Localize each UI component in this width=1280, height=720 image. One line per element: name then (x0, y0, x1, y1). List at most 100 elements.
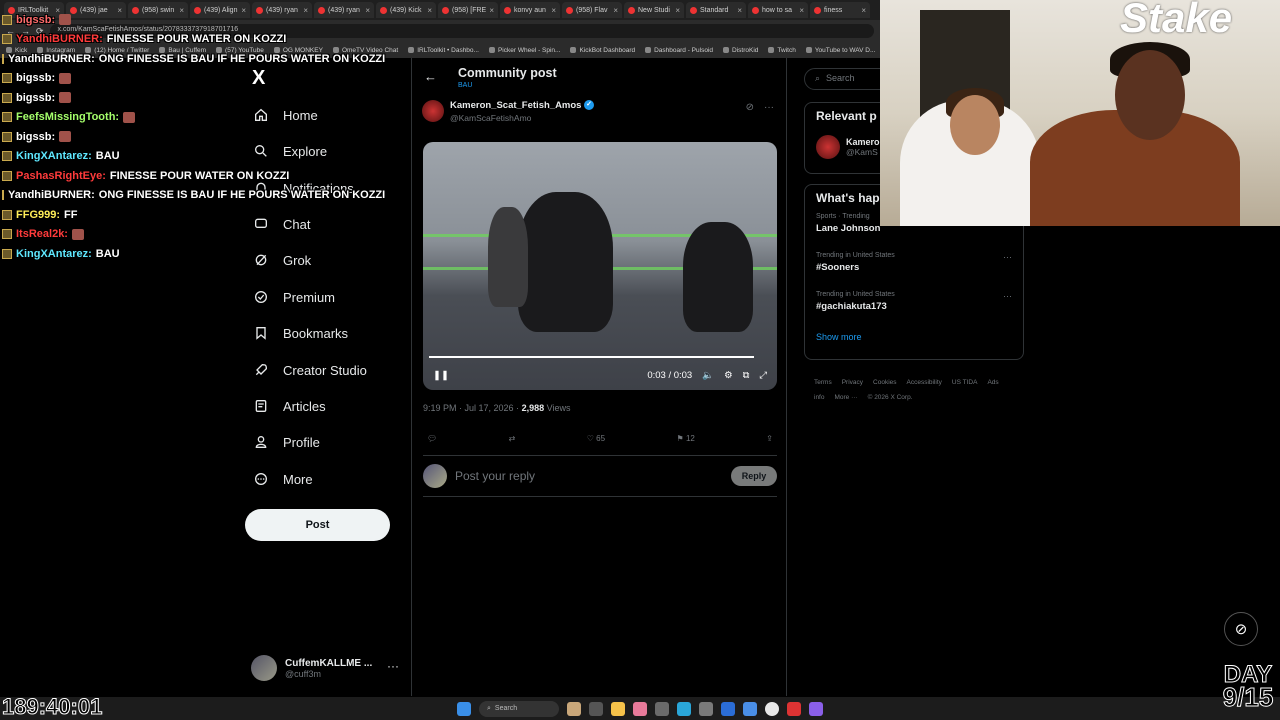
repost-icon[interactable]: ⇄ (509, 434, 516, 443)
bookmark-item[interactable]: Twitch (768, 47, 795, 54)
taskbar-app-icon[interactable] (589, 701, 603, 716)
trend-item[interactable]: Trending in United States #Sooners ··· (816, 252, 1012, 291)
chat-username: ItsReal2k: (16, 228, 68, 241)
post-timestamp[interactable]: 9:19 PM · Jul 17, 2026 · (423, 403, 519, 413)
edge-icon[interactable] (677, 701, 691, 716)
taskbar-app-icon[interactable] (633, 701, 647, 716)
taskbar-app-icon[interactable] (655, 701, 669, 716)
close-icon[interactable]: × (799, 6, 804, 15)
author-name[interactable]: Kameron_Scat_Fetish_Amos (450, 100, 581, 111)
author-handle[interactable]: @KamScaFetishAmo (450, 113, 594, 123)
browser-tab[interactable]: New Studi × (624, 2, 684, 18)
verified-icon: ✓ (584, 100, 595, 111)
chat-username: KingXAntarez: (16, 150, 92, 163)
browser-tab[interactable]: (958) Flav × (562, 2, 622, 18)
taskbar-app-icon[interactable] (567, 701, 581, 716)
close-icon[interactable]: × (551, 6, 556, 15)
ellipsis-icon[interactable]: ··· (764, 102, 774, 113)
video-player[interactable]: ❚❚ 0:03 / 0:03 🔈 ⚙ ⧉ ⤢ (423, 142, 777, 390)
nav-creator-studio[interactable]: Creator Studio (253, 357, 367, 383)
bookmark-item[interactable]: IRLToolkit • Dashbo... (408, 47, 479, 54)
stream-timer: 189:40:01 (1, 694, 103, 720)
chrome-icon[interactable] (765, 701, 779, 716)
browser-tab[interactable]: (958) [FRE × (438, 2, 498, 18)
footer-link[interactable]: Privacy (842, 379, 863, 386)
nav-bookmarks[interactable]: Bookmarks (253, 320, 348, 346)
fullscreen-icon[interactable]: ⤢ (759, 370, 767, 381)
reply-button[interactable]: Reply (731, 465, 777, 486)
footer-link[interactable]: Terms (814, 379, 832, 386)
nav-profile[interactable]: Profile (253, 429, 320, 455)
reply-icon[interactable]: 💬︎ (427, 434, 437, 443)
browser-tab[interactable]: finess × (810, 2, 870, 18)
volume-icon[interactable]: 🔈 (702, 370, 714, 381)
post-author[interactable]: Kameron_Scat_Fetish_Amos ✓ @KamScaFetish… (422, 100, 595, 123)
nav-more[interactable]: More (253, 466, 313, 492)
browser-tab[interactable]: (439) Kick × (376, 2, 436, 18)
chat-emote-icon (59, 131, 72, 143)
nav-premium[interactable]: Premium (253, 284, 335, 310)
account-switcher[interactable]: CuffemKALLME ... @cuff3m ··· (251, 655, 399, 681)
chat-username: bigssb: (16, 13, 56, 26)
close-icon[interactable]: × (737, 6, 742, 15)
settings-gear-icon[interactable]: ⚙ (724, 370, 733, 381)
ellipsis-icon[interactable]: ··· (387, 659, 399, 673)
close-icon[interactable]: × (613, 6, 618, 15)
chat-username: FFG999: (16, 208, 61, 221)
taskbar-app-icon[interactable] (787, 701, 801, 716)
bookmark-button[interactable]: ⚑ 12 (677, 434, 695, 443)
taskbar-search-label: Search (494, 705, 518, 712)
taskbar-app-icon[interactable] (809, 701, 823, 716)
chat-text: FINESSE POUR WATER ON KOZZI (106, 33, 287, 46)
heart-icon: ♡ (586, 434, 594, 443)
bookmark-item[interactable]: DistroKid (723, 47, 758, 54)
tab-favicon-icon (814, 6, 821, 14)
chat-emote-icon (59, 72, 72, 84)
taskbar-app-icon[interactable] (743, 701, 757, 716)
post-button[interactable]: Post (245, 509, 390, 541)
nav-articles[interactable]: Articles (253, 393, 326, 419)
browser-tab[interactable]: Standard × (686, 2, 746, 18)
back-arrow-icon[interactable]: ← (424, 69, 437, 84)
grok-floating-button[interactable]: ⊘ (1224, 612, 1258, 646)
video-progress-bar[interactable] (429, 356, 754, 358)
windows-start-icon[interactable] (457, 701, 471, 716)
tab-title: (958) Flav (576, 6, 608, 14)
footer-link[interactable]: Cookies (873, 379, 896, 386)
folder-icon[interactable] (611, 701, 625, 716)
pip-icon[interactable]: ⧉ (743, 370, 750, 381)
search-placeholder: Search (826, 73, 855, 83)
bookmark-item[interactable]: Dashboard - Pulsoid (645, 47, 713, 54)
ellipsis-icon[interactable]: ··· (1003, 252, 1012, 262)
chat-message: FFG999: FF (2, 205, 382, 225)
bookmark-item[interactable]: KickBot Dashboard (570, 47, 635, 54)
browser-tab[interactable]: konvy aun × (500, 2, 560, 18)
taskbar-app-icon[interactable] (699, 701, 713, 716)
post-views-label: Views (546, 403, 571, 413)
taskbar-app-icon[interactable] (721, 701, 735, 716)
close-icon[interactable]: × (861, 6, 866, 15)
show-more-link[interactable]: Show more (816, 332, 1012, 342)
reply-input[interactable]: Post your reply (455, 469, 535, 483)
bookmark-item[interactable]: YouTube to WAV D... (806, 47, 876, 54)
taskbar-search[interactable]: ⌕ Search (479, 700, 559, 717)
community-name[interactable]: BAU (458, 82, 472, 89)
like-button[interactable]: ♡ 65 (587, 434, 605, 443)
share-icon[interactable]: ⇪ (766, 434, 773, 443)
grok-icon[interactable]: ⊘ (746, 102, 754, 113)
trend-item[interactable]: Trending in United States #gachiakuta173… (816, 291, 1012, 330)
footer-link[interactable]: US TIDA (952, 379, 978, 386)
browser-tab[interactable]: how to sa × (748, 2, 808, 18)
ellipsis-icon[interactable]: ··· (1003, 291, 1012, 301)
pause-icon[interactable]: ❚❚ (433, 370, 449, 381)
close-icon[interactable]: × (675, 6, 680, 15)
bookmark-item[interactable]: Picker Wheel - Spin... (489, 47, 561, 54)
footer-link[interactable]: Accessibility (907, 379, 942, 386)
chat-emote-icon (71, 228, 84, 240)
footer-link[interactable]: © 2026 X Corp. (868, 394, 913, 401)
close-icon[interactable]: × (427, 6, 432, 15)
trend-context: Trending in United States (816, 252, 895, 259)
author-avatar[interactable] (422, 100, 444, 122)
close-icon[interactable]: × (489, 6, 494, 15)
footer-link[interactable]: More ··· (834, 394, 857, 401)
